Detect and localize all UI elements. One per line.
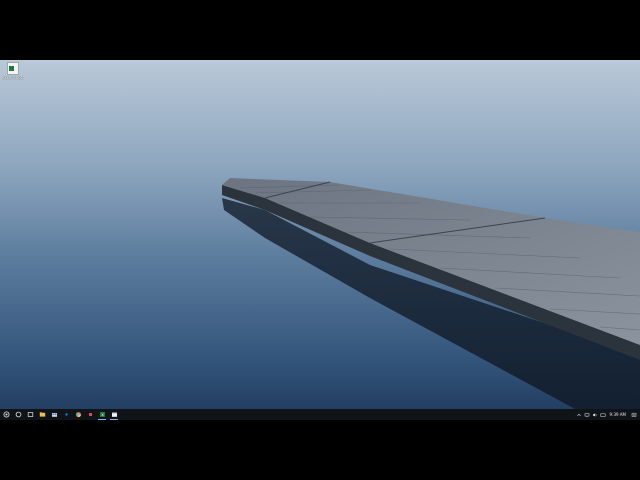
wallpaper	[0, 60, 640, 409]
desktop-icon-excel[interactable]: excel shortcut	[2, 62, 24, 84]
taskbar: x 9:39 AM	[0, 409, 640, 420]
file-explorer-icon	[39, 412, 45, 417]
letterbox-top	[0, 0, 640, 60]
volume-button[interactable]	[591, 409, 599, 420]
system-tray: 9:39 AM	[575, 409, 640, 420]
taskbar-clock[interactable]: 9:39 AM	[607, 409, 630, 420]
letterbox-bottom	[0, 420, 640, 480]
network-button[interactable]	[583, 409, 591, 420]
excel-button[interactable]: x	[96, 409, 108, 420]
start-icon	[3, 411, 9, 418]
window-button[interactable]	[108, 409, 120, 420]
app-button[interactable]	[84, 409, 96, 420]
action-center-button[interactable]	[630, 409, 638, 420]
chrome-icon	[75, 411, 81, 418]
notification-icon	[631, 412, 637, 417]
chevron-up-icon	[576, 413, 581, 416]
store-button[interactable]	[48, 409, 60, 420]
start-button[interactable]	[0, 409, 12, 420]
window-icon	[111, 412, 117, 417]
task-view-button[interactable]	[24, 409, 36, 420]
volume-icon	[592, 412, 597, 417]
keyboard-icon	[600, 413, 605, 417]
excel-file-icon	[7, 62, 19, 75]
search-button[interactable]	[12, 409, 24, 420]
store-icon	[51, 413, 57, 417]
search-icon	[15, 411, 21, 418]
task-view-icon	[27, 412, 33, 417]
desktop-icon-label: excel shortcut	[2, 75, 24, 80]
excel-icon: x	[99, 412, 105, 417]
show-hidden-icons-button[interactable]	[575, 409, 583, 420]
edge-button[interactable]	[60, 409, 72, 420]
edge-icon	[64, 413, 68, 416]
chrome-button[interactable]	[72, 409, 84, 420]
desktop-screen: excel shortcut	[0, 60, 640, 420]
file-explorer-button[interactable]	[36, 409, 48, 420]
keyboard-button[interactable]	[599, 409, 607, 420]
network-icon	[584, 412, 589, 417]
app-icon	[88, 413, 92, 416]
